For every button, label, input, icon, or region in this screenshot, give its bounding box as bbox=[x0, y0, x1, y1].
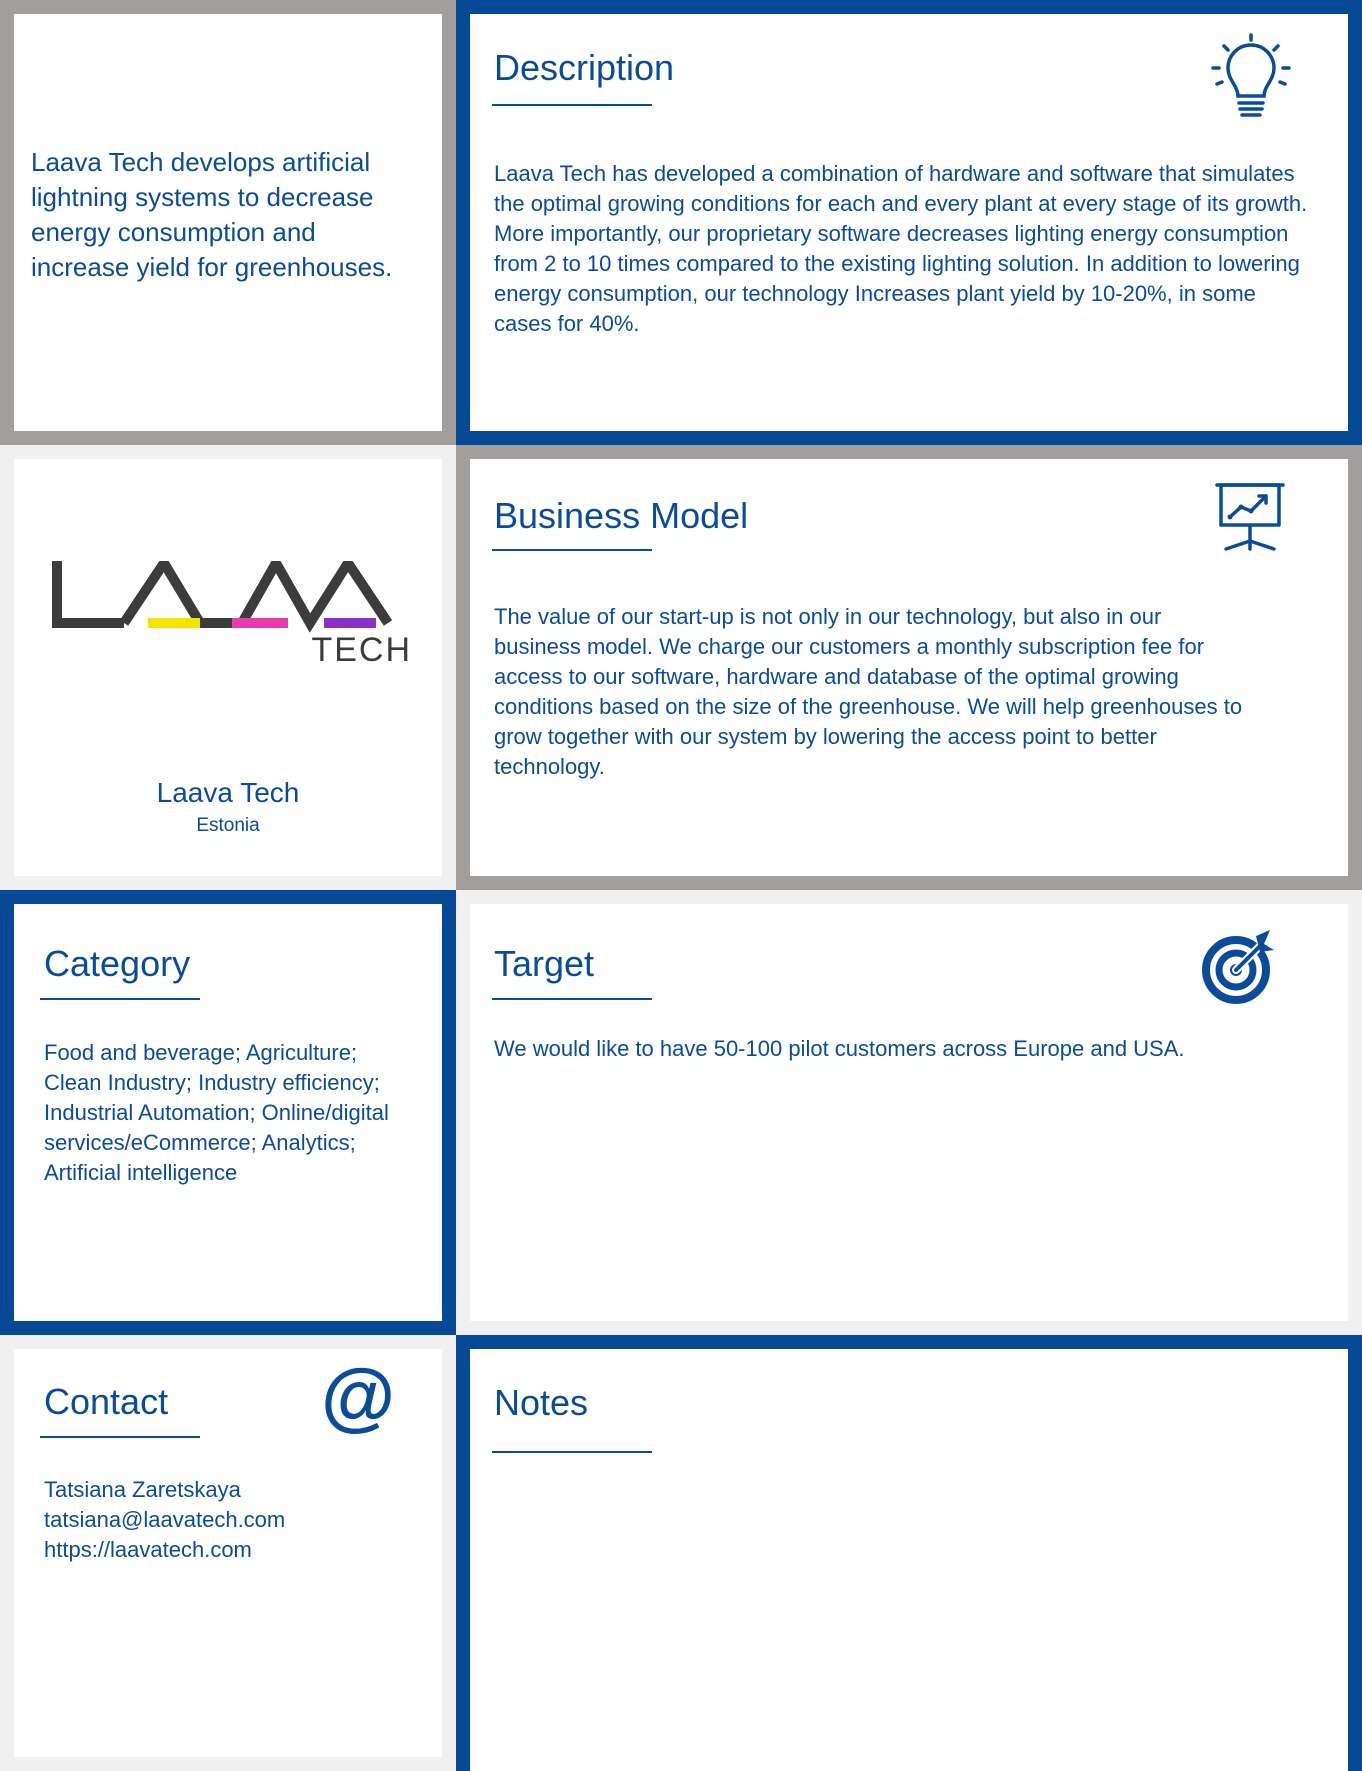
notes-panel: Notes bbox=[456, 1335, 1362, 1771]
description-rule bbox=[492, 104, 652, 106]
logo-pink-bar bbox=[232, 618, 288, 628]
target-rule bbox=[492, 998, 652, 1000]
logo-purple-bar bbox=[324, 618, 376, 628]
description-text: Laava Tech has developed a combination o… bbox=[494, 161, 1308, 336]
company-name: Laava Tech bbox=[156, 777, 300, 808]
logo-yellow-bar bbox=[148, 618, 200, 628]
business-model-text: The value of our start-up is not only in… bbox=[494, 604, 1243, 779]
notes-rule bbox=[492, 1451, 652, 1453]
contact-panel: Contact @ Tatsiana Zaretskaya tatsiana@l… bbox=[0, 1335, 456, 1771]
target-icon bbox=[1202, 930, 1274, 1004]
target-title: Target bbox=[494, 943, 595, 984]
description-panel: Description Laava Tech has developed a c… bbox=[456, 0, 1362, 445]
tagline-text: Laava Tech develops artificial lightning… bbox=[31, 147, 393, 282]
business-model-panel: Business Model The value of our start-up… bbox=[456, 445, 1362, 890]
notes-title: Notes bbox=[494, 1382, 589, 1423]
description-title: Description bbox=[494, 47, 675, 88]
lightbulb-icon bbox=[1211, 33, 1291, 117]
business-model-rule bbox=[492, 549, 652, 551]
logo-tech-text: TECH bbox=[311, 631, 412, 665]
category-title: Category bbox=[44, 943, 191, 984]
contact-website[interactable]: https://laavatech.com bbox=[44, 1535, 252, 1565]
business-model-title: Business Model bbox=[494, 495, 749, 536]
category-rule bbox=[40, 998, 200, 1000]
category-text: Food and beverage; Agriculture; Clean In… bbox=[44, 1040, 389, 1185]
tagline-panel: Laava Tech develops artificial lightning… bbox=[0, 0, 456, 445]
contact-name: Tatsiana Zaretskaya bbox=[44, 1477, 241, 1502]
contact-rule bbox=[40, 1436, 200, 1438]
contact-title: Contact bbox=[44, 1381, 169, 1422]
target-panel: Target We would like to have 50-100 pilo… bbox=[456, 890, 1362, 1335]
category-panel: Category Food and beverage; Agriculture;… bbox=[0, 890, 456, 1335]
at-sign-icon: @ bbox=[321, 1354, 396, 1439]
presentation-chart-icon bbox=[1215, 483, 1285, 551]
contact-email[interactable]: tatsiana@laavatech.com bbox=[44, 1505, 285, 1535]
target-text: We would like to have 50-100 pilot custo… bbox=[494, 1036, 1185, 1061]
company-country: Estonia bbox=[196, 815, 260, 836]
laava-tech-logo: TECH bbox=[52, 561, 412, 665]
company-panel: TECH Laava Tech Estonia bbox=[0, 445, 456, 890]
